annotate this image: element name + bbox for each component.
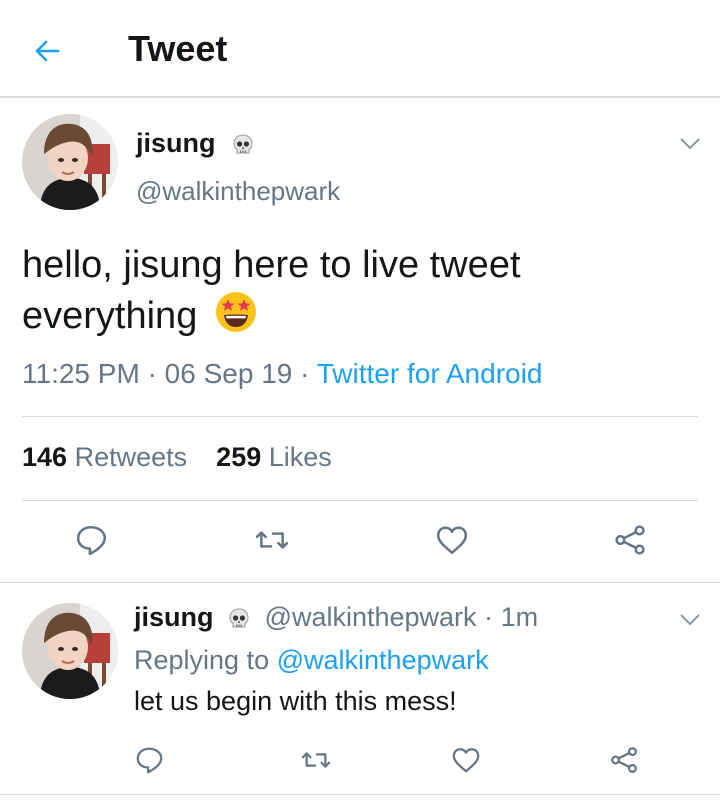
retweet-icon: [301, 745, 331, 775]
avatar[interactable]: [22, 603, 118, 699]
retweet-count: 146: [22, 442, 68, 472]
divider: [22, 500, 698, 501]
divider: [0, 794, 720, 795]
reply-icon: [135, 745, 165, 775]
tweet-text-content: hello, jisung here to live tweet everyth…: [22, 244, 521, 337]
replying-prefix: Replying to: [134, 645, 270, 675]
like-count: 259: [216, 442, 262, 472]
meta-separator: ·: [147, 358, 157, 389]
like-button[interactable]: [432, 520, 472, 560]
share-button[interactable]: [604, 742, 644, 778]
reply-button[interactable]: [130, 742, 170, 778]
tweet-stats: 146 Retweets 259 Likes: [22, 442, 332, 473]
likes-stat[interactable]: 259 Likes: [216, 442, 332, 472]
page-title: Tweet: [128, 28, 228, 69]
replying-to: Replying to @walkinthepwark: [134, 645, 489, 676]
share-button[interactable]: [610, 520, 650, 560]
display-name: jisung: [136, 128, 216, 158]
meta-separator: ·: [300, 358, 310, 389]
display-name: jisung: [134, 602, 214, 632]
retweet-label: Retweets: [74, 442, 188, 472]
reply-button[interactable]: [72, 520, 112, 560]
tweet-time: 11:25 PM: [22, 358, 140, 389]
reply-icon: [75, 523, 109, 557]
like-icon: [435, 523, 469, 557]
reply-tweet-text: let us begin with this mess!: [134, 686, 457, 716]
retweets-stat[interactable]: 146 Retweets: [22, 442, 187, 472]
avatar-image: [22, 114, 118, 210]
tweet-source-link[interactable]: Twitter for Android: [317, 358, 543, 389]
divider: [0, 582, 720, 583]
reply-header[interactable]: jisung @walkinthepwark · 1m: [134, 602, 538, 633]
chevron-down-icon[interactable]: [678, 612, 702, 628]
like-button[interactable]: [446, 742, 486, 778]
retweet-button[interactable]: [252, 520, 292, 560]
skull-icon: [231, 133, 255, 157]
like-icon: [451, 745, 481, 775]
retweet-icon: [255, 523, 289, 557]
meta-separator: ·: [484, 602, 494, 632]
back-button[interactable]: [30, 34, 64, 68]
skull-icon: [227, 607, 251, 631]
top-bar: Tweet: [0, 0, 720, 98]
arrow-left-icon: [35, 40, 60, 62]
star-struck-emoji-icon: [215, 292, 256, 332]
mention-link[interactable]: @walkinthepwark: [277, 645, 489, 675]
user-handle: @walkinthepwark: [264, 602, 477, 632]
user-handle[interactable]: @walkinthepwark: [136, 176, 340, 207]
retweet-button[interactable]: [296, 742, 336, 778]
tweet-date: 06 Sep 19: [164, 358, 293, 389]
chevron-down-icon[interactable]: [678, 136, 702, 152]
display-name-row[interactable]: jisung: [136, 128, 255, 159]
like-label: Likes: [268, 442, 332, 472]
divider: [22, 416, 698, 417]
avatar-image: [22, 603, 118, 699]
share-icon: [613, 523, 647, 557]
reply-time: 1m: [500, 602, 539, 632]
tweet-meta: 11:25 PM · 06 Sep 19 · Twitter for Andro…: [22, 358, 542, 390]
avatar[interactable]: [22, 114, 118, 210]
tweet-text: hello, jisung here to live tweet everyth…: [22, 240, 622, 341]
share-icon: [609, 745, 639, 775]
